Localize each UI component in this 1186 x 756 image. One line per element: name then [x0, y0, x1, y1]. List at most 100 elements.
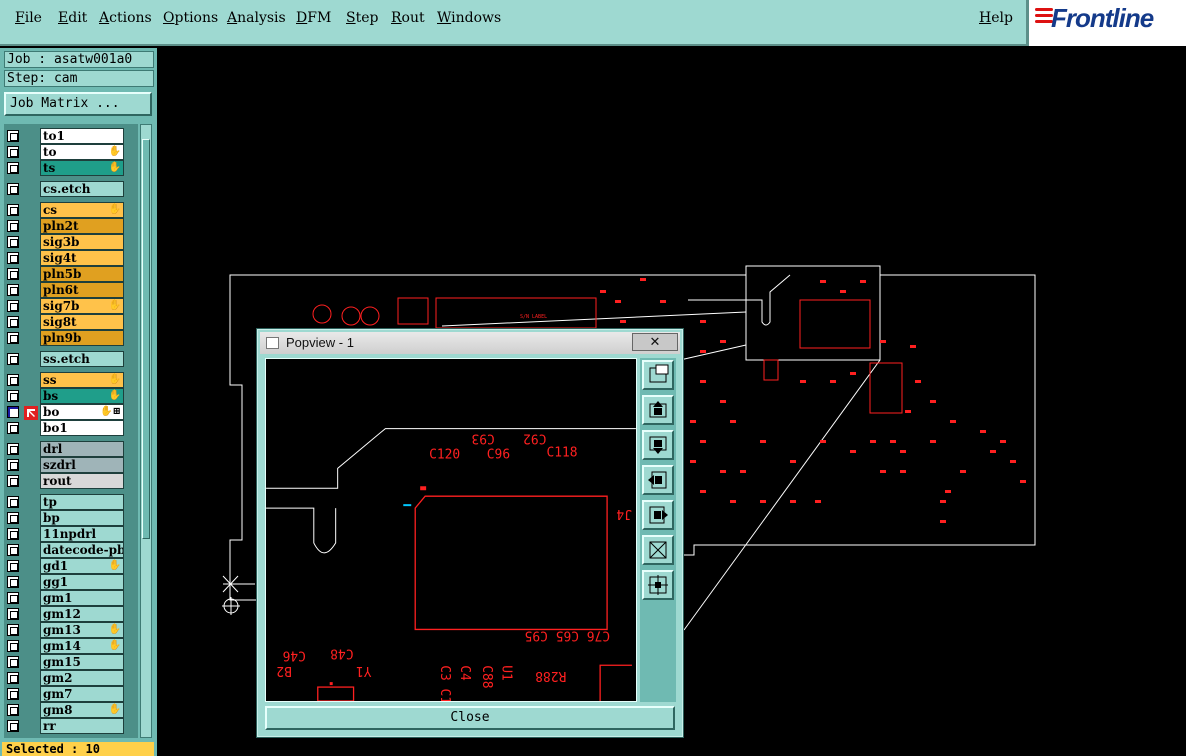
layer-name[interactable]: gm1: [40, 590, 124, 606]
popview-canvas[interactable]: C93 C92 C120 C96 C118 C76 C65 C95 C48 C4…: [265, 358, 637, 702]
layer-name[interactable]: pln6t: [40, 282, 124, 298]
layer-name[interactable]: gm13 ✋: [40, 622, 124, 638]
layer-name[interactable]: gm15: [40, 654, 124, 670]
layer-row[interactable]: gm15: [4, 654, 138, 670]
layer-row[interactable]: sig4t: [4, 250, 138, 266]
layer-checkbox[interactable]: [7, 672, 19, 684]
layer-name[interactable]: cs ✋: [40, 202, 124, 218]
layer-row[interactable]: gm1: [4, 590, 138, 606]
layer-checkbox[interactable]: [7, 496, 19, 508]
layer-name[interactable]: gm12: [40, 606, 124, 622]
layer-row[interactable]: gm7: [4, 686, 138, 702]
layer-checkbox[interactable]: [7, 316, 19, 328]
layer-checkbox[interactable]: [7, 656, 19, 668]
layer-checkbox[interactable]: [7, 560, 19, 572]
menu-file[interactable]: File: [15, 10, 42, 26]
layer-row[interactable]: ss ✋: [4, 372, 138, 388]
menu-actions[interactable]: Actions: [99, 10, 152, 26]
layer-checkbox[interactable]: [7, 459, 19, 471]
layer-checkbox[interactable]: [7, 592, 19, 604]
layer-checkbox[interactable]: [7, 422, 19, 434]
layer-name[interactable]: bp: [40, 510, 124, 526]
layer-row[interactable]: gd1 ✋: [4, 558, 138, 574]
layer-name[interactable]: sig4t: [40, 250, 124, 266]
layer-row[interactable]: gm14 ✋: [4, 638, 138, 654]
layer-name[interactable]: 11npdrl: [40, 526, 124, 542]
popview-close-button[interactable]: Close: [265, 706, 675, 730]
menu-help[interactable]: Help: [979, 10, 1013, 26]
layer-name[interactable]: to1: [40, 128, 124, 144]
pan-down-icon[interactable]: [642, 430, 674, 460]
menu-rout[interactable]: Rout: [391, 10, 425, 26]
menu-windows[interactable]: Windows: [437, 10, 501, 26]
pan-up-icon[interactable]: [642, 395, 674, 425]
pan-right-icon[interactable]: [642, 500, 674, 530]
layer-row[interactable]: ss.etch: [4, 351, 138, 367]
layer-checkbox[interactable]: [7, 183, 19, 195]
layer-checkbox[interactable]: [7, 512, 19, 524]
layer-name[interactable]: sig8t: [40, 314, 124, 330]
layer-name[interactable]: bo ✋⊞: [40, 404, 124, 420]
layer-checkbox[interactable]: [7, 640, 19, 652]
layer-row[interactable]: sig8t: [4, 314, 138, 330]
layer-checkbox[interactable]: [7, 475, 19, 487]
layer-row[interactable]: sig3b: [4, 234, 138, 250]
layer-row[interactable]: to1: [4, 128, 138, 144]
layer-row[interactable]: gg1: [4, 574, 138, 590]
layer-row[interactable]: pln9b: [4, 330, 138, 346]
layer-row[interactable]: cs.etch: [4, 181, 138, 197]
layer-name[interactable]: pln5b: [40, 266, 124, 282]
layer-row[interactable]: pln2t: [4, 218, 138, 234]
layer-row[interactable]: pln5b: [4, 266, 138, 282]
scrollbar-thumb[interactable]: [142, 139, 150, 539]
popview-titlebar[interactable]: Popview - 1 ✕: [260, 332, 680, 354]
layer-row[interactable]: datecode-pbe: [4, 542, 138, 558]
layer-name[interactable]: ss.etch: [40, 351, 124, 367]
layer-checkbox[interactable]: [7, 374, 19, 386]
layer-checkbox[interactable]: [7, 284, 19, 296]
layer-checkbox[interactable]: [7, 624, 19, 636]
layer-checkbox[interactable]: [7, 608, 19, 620]
layer-checkbox[interactable]: [7, 252, 19, 264]
layer-name[interactable]: to ✋: [40, 144, 124, 160]
layer-name[interactable]: rout: [40, 473, 124, 489]
layer-row[interactable]: to ✋: [4, 144, 138, 160]
layer-name[interactable]: ss ✋: [40, 372, 124, 388]
layer-name[interactable]: gm14 ✋: [40, 638, 124, 654]
layer-row[interactable]: cs ✋: [4, 202, 138, 218]
layer-name[interactable]: sig3b: [40, 234, 124, 250]
layer-row[interactable]: sig7b ✋: [4, 298, 138, 314]
layer-checkbox[interactable]: [7, 544, 19, 556]
layer-name[interactable]: gm2: [40, 670, 124, 686]
menu-edit[interactable]: Edit: [58, 10, 87, 26]
layer-name[interactable]: tp: [40, 494, 124, 510]
layer-checkbox[interactable]: [7, 146, 19, 158]
layer-row[interactable]: gm8 ✋: [4, 702, 138, 718]
layer-name[interactable]: sig7b ✋: [40, 298, 124, 314]
layer-name[interactable]: pln9b: [40, 330, 124, 346]
layer-name[interactable]: cs.etch: [40, 181, 124, 197]
zoom-window-icon[interactable]: [642, 360, 674, 390]
layer-name[interactable]: bo1: [40, 420, 124, 436]
layer-checkbox[interactable]: [7, 576, 19, 588]
layer-checkbox[interactable]: [7, 220, 19, 232]
layer-checkbox[interactable]: [7, 406, 19, 418]
menu-options[interactable]: Options: [163, 10, 218, 26]
layer-row[interactable]: gm12: [4, 606, 138, 622]
layer-row[interactable]: drl: [4, 441, 138, 457]
layer-name[interactable]: drl: [40, 441, 124, 457]
layer-row[interactable]: 11npdrl: [4, 526, 138, 542]
layer-checkbox[interactable]: [7, 332, 19, 344]
menu-dfm[interactable]: DFM: [296, 10, 331, 26]
layer-name[interactable]: szdrl: [40, 457, 124, 473]
layer-row[interactable]: bo1: [4, 420, 138, 436]
layer-checkbox[interactable]: [7, 720, 19, 732]
job-matrix-button[interactable]: Job Matrix ...: [4, 92, 152, 116]
layer-row[interactable]: szdrl: [4, 457, 138, 473]
layer-checkbox[interactable]: [7, 268, 19, 280]
layer-row[interactable]: rout: [4, 473, 138, 489]
close-icon[interactable]: ✕: [632, 333, 678, 351]
layer-checkbox[interactable]: [7, 704, 19, 716]
layer-checkbox[interactable]: [7, 162, 19, 174]
layer-name[interactable]: gg1: [40, 574, 124, 590]
